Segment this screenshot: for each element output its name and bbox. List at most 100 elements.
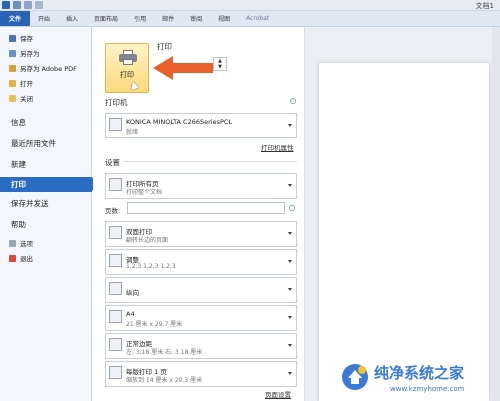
copies-stepper[interactable]: ▲ ▼ [213, 57, 227, 71]
settings-divider [123, 161, 297, 162]
nav-options[interactable]: 选项 [0, 236, 92, 250]
site-logo-icon [342, 364, 368, 390]
printer-device-icon [109, 118, 122, 131]
tab-view[interactable]: 视图 [210, 11, 238, 26]
printer-status: 就绪 [126, 129, 139, 136]
printer-icon [119, 50, 137, 65]
print-range-select[interactable]: 打印所有页 打印整个文档 [105, 173, 297, 199]
watermark-text: 纯净系统之家 [374, 364, 465, 382]
nav-recent[interactable]: 最近所用文件 [0, 136, 92, 150]
chevron-down-icon [288, 260, 292, 263]
tab-acrobat[interactable]: Acrobat [238, 11, 277, 26]
paper-size-desc: 21 厘米 x 29.7 厘米 [126, 321, 183, 328]
save-icon[interactable] [13, 1, 21, 9]
preview-scrollbar[interactable] [492, 27, 500, 401]
duplex-icon [109, 226, 122, 239]
word-icon [2, 1, 10, 9]
print-range-desc: 打印整个文档 [126, 189, 163, 196]
nav-exit[interactable]: 退出 [0, 251, 92, 265]
save-as-icon [9, 49, 16, 57]
exit-icon [9, 254, 16, 262]
nav-save-as-pdf-label: 另存为 Adobe PDF [20, 65, 77, 73]
nav-new[interactable]: 新建 [0, 157, 92, 171]
chevron-down-icon [288, 316, 292, 319]
tab-review[interactable]: 审阅 [182, 11, 210, 26]
options-icon [9, 239, 16, 247]
nav-open[interactable]: 打开 [0, 76, 92, 90]
nav-print[interactable]: 打印 [0, 177, 98, 192]
nav-save[interactable]: 保存 [0, 31, 92, 45]
print-settings-panel: 打印 打印 ▲ ▼ 打印机 KONICA MINOLTA C266SeriesPC… [93, 27, 303, 401]
print-heading: 打印 [157, 42, 172, 51]
chevron-down-icon [288, 123, 292, 127]
chevron-down-icon [288, 288, 292, 291]
close-document-icon [9, 94, 16, 102]
paper-size-select[interactable]: A4 21 厘米 x 29.7 厘米 [105, 305, 297, 331]
undo-icon[interactable] [24, 1, 32, 9]
backstage-nav: 保存 另存为 另存为 Adobe PDF 打开 关闭 信息 最近所用文件 新建 … [0, 27, 98, 401]
pages-per-sheet-icon [109, 366, 122, 379]
info-icon[interactable] [289, 205, 295, 211]
paper-size-label: A4 [126, 310, 135, 318]
duplex-desc: 翻转长边的页面 [126, 237, 169, 244]
chevron-down-icon [288, 344, 292, 347]
tab-home[interactable]: 开始 [30, 11, 58, 26]
margins-icon [109, 338, 122, 351]
margins-select[interactable]: 正常边距 左: 3.18 厘米 右: 3.18 厘米 [105, 333, 297, 359]
chevron-down-icon [288, 184, 292, 187]
chevron-down-icon [288, 232, 292, 235]
printer-heading: 打印机 [105, 98, 128, 107]
watermark-url: www.kzmyhome.com [390, 385, 465, 393]
pdf-icon [9, 64, 16, 72]
pages-label: 页数: [105, 207, 121, 215]
save-icon [9, 34, 16, 42]
paper-icon [109, 310, 122, 323]
mouse-cursor-icon [128, 79, 140, 91]
nav-help[interactable]: 帮助 [0, 217, 92, 231]
print-preview [304, 27, 500, 401]
nav-exit-label: 退出 [20, 255, 33, 263]
page-setup-link[interactable]: 页面设置 [265, 389, 291, 399]
chevron-down-icon [288, 372, 292, 375]
nav-close[interactable]: 关闭 [0, 91, 92, 105]
window-title: 文档1 [475, 2, 494, 10]
nav-save-as-label: 另存为 [20, 50, 40, 58]
collate-desc: 1,2,3 1,2,3 1,2,3 [126, 263, 176, 270]
orientation-label: 纵向 [126, 289, 139, 297]
pages-icon [109, 178, 122, 191]
pages-input[interactable] [127, 202, 285, 214]
pages-per-sheet-select[interactable]: 每版打印 1 页 缩放到 14 厘米 x 20.3 厘米 [105, 361, 297, 387]
printer-properties-link[interactable]: 打印机属性 [261, 142, 294, 152]
margins-desc: 左: 3.18 厘米 右: 3.18 厘米 [126, 349, 203, 356]
redo-icon[interactable] [35, 1, 43, 9]
ribbon-tabs: 文件 开始 插入 页面布局 引用 邮件 审阅 视图 Acrobat [0, 11, 500, 27]
site-watermark: 纯净系统之家 www.kzmyhome.com [340, 360, 500, 401]
printer-name: KONICA MINOLTA C266SeriesPCL [126, 118, 233, 126]
tab-insert[interactable]: 插入 [58, 11, 86, 26]
tab-page-layout[interactable]: 页面布局 [86, 11, 126, 26]
orientation-select[interactable]: 纵向 [105, 277, 297, 303]
nav-open-label: 打开 [20, 80, 33, 88]
collate-select[interactable]: 调整 1,2,3 1,2,3 1,2,3 [105, 249, 297, 275]
pages-per-sheet-desc: 缩放到 14 厘米 x 20.3 厘米 [126, 377, 203, 384]
nav-info[interactable]: 信息 [0, 115, 92, 129]
nav-save-as-pdf[interactable]: 另存为 Adobe PDF [0, 61, 92, 75]
print-button-label: 打印 [120, 71, 134, 79]
print-button[interactable]: 打印 [105, 43, 149, 93]
tab-references[interactable]: 引用 [126, 11, 154, 26]
nav-options-label: 选项 [20, 240, 33, 248]
tab-mailings[interactable]: 邮件 [154, 11, 182, 26]
settings-heading: 设置 [105, 158, 120, 167]
title-bar: 文档1 [0, 0, 500, 11]
collate-icon [109, 254, 122, 267]
tab-file[interactable]: 文件 [0, 11, 31, 26]
nav-save-label: 保存 [20, 35, 33, 43]
portrait-icon [109, 282, 122, 295]
nav-save-send[interactable]: 保存并发送 [0, 196, 92, 210]
info-icon[interactable] [290, 98, 296, 104]
preview-page [319, 63, 489, 401]
duplex-select[interactable]: 双面打印 翻转长边的页面 [105, 221, 297, 247]
arrow-pointer-icon [153, 56, 213, 80]
printer-select[interactable]: KONICA MINOLTA C266SeriesPCL 就绪 [105, 113, 297, 138]
nav-save-as[interactable]: 另存为 [0, 46, 92, 60]
